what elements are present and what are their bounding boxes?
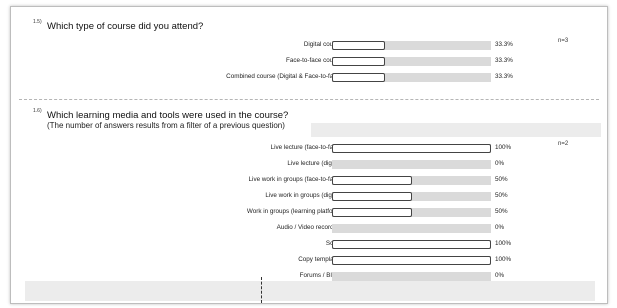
answer-percent: 100%	[495, 256, 512, 263]
answer-bar	[332, 41, 385, 50]
answer-label: Combined course (Digital & Face-to-face)	[226, 73, 342, 80]
answer-row: Live lecture (digital) 0%	[11, 159, 607, 171]
answer-percent: 0%	[495, 160, 505, 167]
question-title: Which type of course did you attend?	[47, 21, 204, 32]
answer-bar-track	[332, 256, 491, 265]
answer-bar-track	[332, 272, 491, 281]
answer-bar	[332, 73, 385, 82]
question-title: Which learning media and tools were used…	[47, 110, 289, 121]
page-cut-marker	[261, 277, 262, 303]
section-divider	[19, 99, 599, 100]
filter-note-band	[311, 123, 601, 137]
answer-bar-track	[332, 240, 491, 249]
answer-bar	[332, 144, 491, 153]
answer-bar-track	[332, 41, 491, 50]
answer-row: Live work in groups (digital) 50%	[11, 191, 607, 203]
answer-row: Live lecture (face-to-face) 100%	[11, 143, 607, 155]
answer-bar	[332, 176, 412, 185]
answer-label: Work in groups (learning platform)	[246, 208, 342, 215]
answer-row: Script100%	[11, 239, 607, 251]
answer-bar	[332, 208, 412, 217]
answer-percent: 100%	[495, 240, 512, 247]
footer-band	[25, 281, 595, 301]
answer-percent: 50%	[495, 176, 508, 183]
answer-percent: 100%	[495, 144, 512, 151]
answer-percent: 33.3%	[495, 73, 513, 80]
answer-label: Live work in groups (face-to-face)	[248, 176, 342, 183]
answer-row: Work in groups (learning platform) 50%	[11, 207, 607, 219]
answer-bar-track	[332, 160, 491, 169]
answer-bar-track	[332, 192, 491, 201]
answer-percent: 0%	[495, 224, 505, 231]
answer-bar-track	[332, 208, 491, 217]
answer-bar-track	[332, 73, 491, 82]
filter-note: (The number of answers results from a fi…	[47, 121, 285, 130]
answer-bar	[332, 256, 491, 265]
answer-bar-track	[332, 176, 491, 185]
question-number: 1.5)	[33, 19, 42, 25]
answer-bar	[332, 57, 385, 66]
answer-row: Copy templates 100%	[11, 255, 607, 267]
answer-percent: 50%	[495, 192, 508, 199]
answer-bar	[332, 192, 412, 201]
answer-percent: 50%	[495, 208, 508, 215]
answer-bar-track	[332, 57, 491, 66]
answer-row: Live work in groups (face-to-face) 50%	[11, 175, 607, 187]
answer-row: Face-to-face course 33.3%	[11, 56, 607, 68]
answer-label: Live work in groups (digital)	[265, 192, 342, 199]
answer-row: Combined course (Digital & Face-to-face)…	[11, 72, 607, 84]
answer-bar-track	[332, 224, 491, 233]
answer-row: Digital course 33.3%	[11, 40, 607, 52]
answer-percent: 0%	[495, 272, 505, 279]
answer-row: Audio / Video recording 0%	[11, 223, 607, 235]
survey-report-page: 1.5) Which type of course did you attend…	[10, 6, 608, 304]
answer-percent: 33.3%	[495, 57, 513, 64]
question-number: 1.6)	[33, 108, 42, 114]
answer-percent: 33.3%	[495, 41, 513, 48]
answer-bar	[332, 240, 491, 249]
answer-bar-track	[332, 144, 491, 153]
